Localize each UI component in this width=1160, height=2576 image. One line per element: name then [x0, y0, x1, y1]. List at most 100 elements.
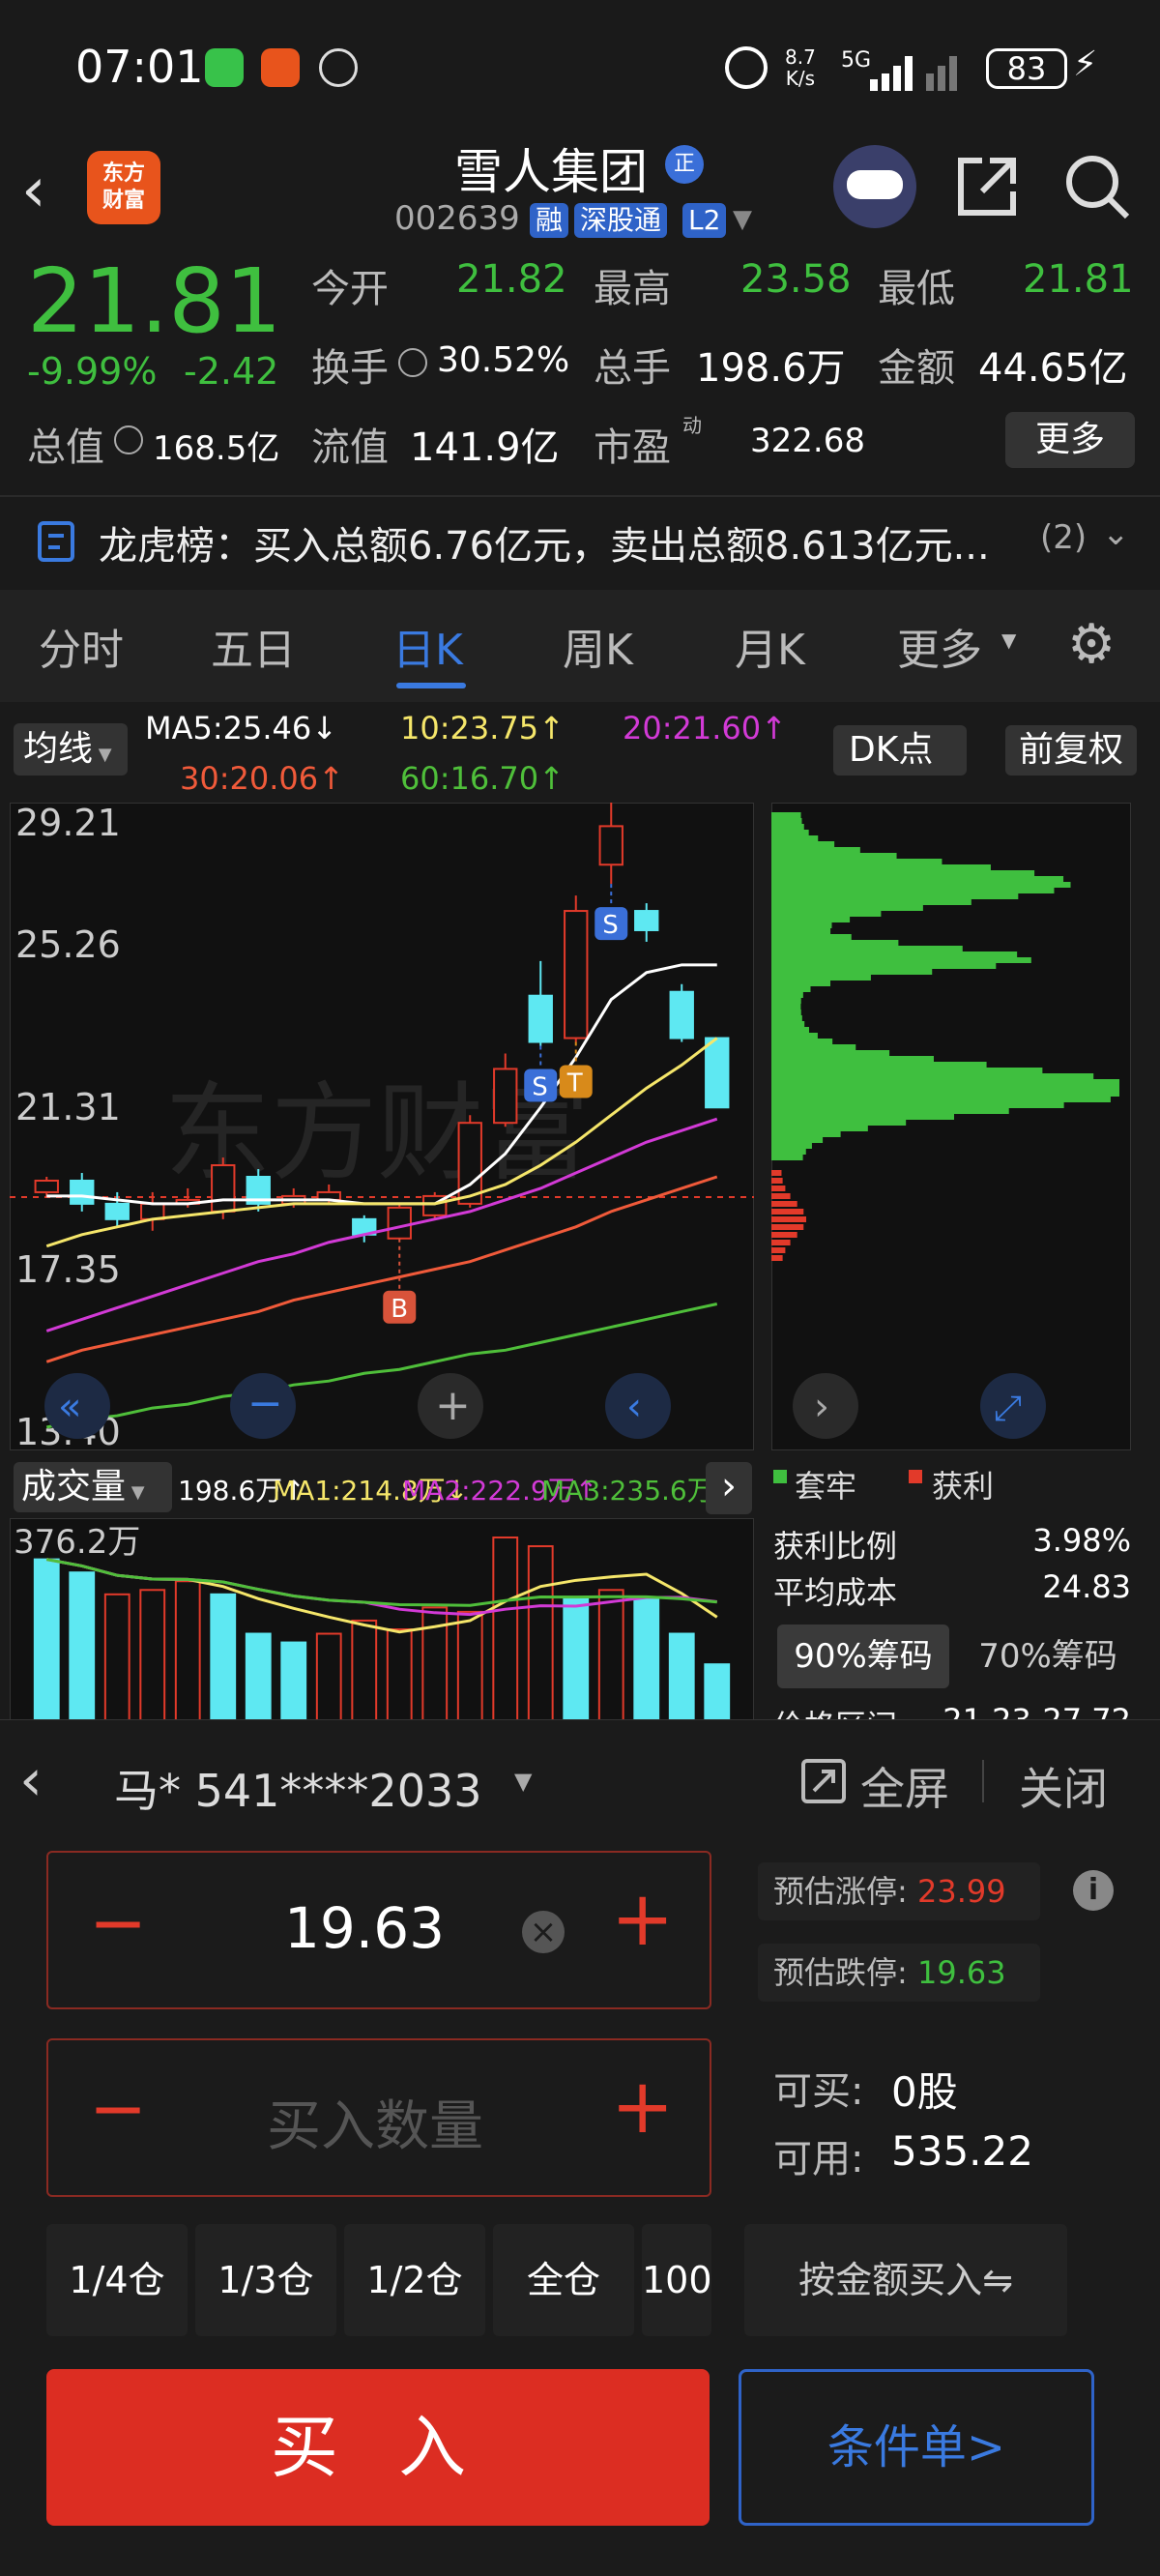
marker-label: T	[566, 1069, 583, 1098]
chevron-down-icon[interactable]: ⌄	[1102, 514, 1130, 553]
tab-weekly-k[interactable]: 周K	[563, 615, 633, 677]
trapped-chip-band	[771, 1114, 955, 1120]
position-quarter-button[interactable]: 1/4仓	[46, 2224, 188, 2336]
trapped-chip-band	[771, 1021, 805, 1027]
position-half-button[interactable]: 1/2仓	[344, 2224, 485, 2336]
caret-down-icon[interactable]: ▼	[514, 1768, 532, 1795]
tab-daily-k[interactable]: 日K	[392, 615, 463, 677]
position-full-button[interactable]: 全仓	[493, 2224, 634, 2336]
ma-selector[interactable]: 均线 ▼	[14, 723, 128, 776]
account-selector[interactable]: 马* 541****2033	[114, 1756, 482, 1820]
l2-tag: L2	[682, 203, 727, 238]
app-root: 07:01 8.7 K/s 5G 83 ⚡ ‹ 东方 财富 雪人集团 正 00263…	[0, 0, 1160, 2576]
tab-five-day[interactable]: 五日	[211, 615, 296, 677]
position-third-button[interactable]: 1/3仓	[195, 2224, 336, 2336]
fullscreen-button[interactable]: 全屏	[860, 1754, 949, 1818]
signal-icon	[870, 56, 957, 91]
volume-bar	[210, 1593, 237, 1721]
volume-bar	[280, 1641, 307, 1721]
chip-distribution-chart[interactable]: › ⤢	[771, 803, 1131, 1450]
dk-point-button[interactable]: DK点	[833, 725, 967, 776]
trapped-chip-band	[771, 1044, 856, 1050]
avg-cost-value: 24.83	[1042, 1568, 1131, 1605]
status-bar: 07:01 8.7 K/s 5G 83 ⚡	[0, 0, 1160, 135]
charging-icon: ⚡	[1073, 44, 1098, 84]
y-tick-label: 17.35	[15, 1248, 121, 1291]
y-tick-label: 21.31	[15, 1086, 121, 1128]
can-buy-value: 0股	[891, 2068, 958, 2116]
last-price: 21.81	[27, 249, 282, 353]
share-icon[interactable]	[953, 153, 1021, 220]
conditional-order-button[interactable]: 条件单>	[739, 2369, 1094, 2526]
fullscreen-icon[interactable]	[800, 1758, 847, 1804]
info-icon[interactable]	[398, 348, 427, 377]
trapped-chip-band	[771, 1039, 833, 1044]
available-value: 535.22	[891, 2127, 1033, 2175]
info-icon[interactable]: i	[1073, 1870, 1114, 1911]
trapped-chip-band	[771, 841, 835, 847]
profit-chip-band	[771, 1224, 804, 1230]
volume-label: 总手	[594, 346, 671, 391]
marker-label: S	[532, 1073, 548, 1102]
buy-button[interactable]: 买 入	[46, 2369, 710, 2526]
trapped-chip-band	[771, 940, 899, 946]
adjust-button[interactable]: 前复权	[1005, 725, 1137, 776]
clear-icon[interactable]: ×	[522, 1911, 565, 1953]
tab-chip-70[interactable]: 70%筹码	[969, 1625, 1127, 1688]
open-label: 今开	[311, 267, 389, 311]
trapped-chip-band	[771, 1050, 890, 1056]
candle-body	[211, 1164, 236, 1213]
tab-intraday[interactable]: 分时	[39, 615, 124, 677]
volume-value: 198.6万	[696, 346, 846, 391]
legend-profit: 获利	[932, 1468, 995, 1505]
caret-down-icon: ▼	[1001, 629, 1017, 652]
profit-chip-band	[771, 1232, 798, 1238]
tab-monthly-k[interactable]: 月K	[735, 615, 805, 677]
minus-icon: −	[247, 1379, 283, 1428]
close-button[interactable]: 关闭	[1019, 1754, 1108, 1818]
volume-bar	[33, 1558, 60, 1721]
net-speed: 8.7 K/s	[785, 45, 816, 90]
back-icon[interactable]: ‹	[19, 1746, 43, 1814]
price-input[interactable]: 19.63	[284, 1895, 445, 1961]
candlestick-chart[interactable]: 东方财富 BSTS 29.21 25.26 21.31 17.35 13.40 …	[10, 803, 754, 1450]
profit-chip-band	[771, 1178, 783, 1184]
volume-chart[interactable]: 376.2万	[10, 1518, 754, 1721]
more-button[interactable]: 更多	[1005, 412, 1135, 468]
ma30-label: 30:20.06↑	[180, 760, 344, 797]
price-increment-button[interactable]: +	[611, 1876, 674, 1963]
volume-selector[interactable]: 成交量 ▼	[14, 1462, 172, 1512]
turnover-label: 换手	[311, 346, 389, 391]
tab-more[interactable]: 更多	[897, 615, 982, 677]
amount-label: 金额	[878, 346, 955, 391]
tab-chip-90[interactable]: 90%筹码	[777, 1625, 949, 1688]
quantity-input[interactable]: 买入数量	[267, 2083, 483, 2161]
volume-bar	[69, 1571, 96, 1721]
volume-bar	[456, 1610, 483, 1721]
back-icon[interactable]: ‹	[21, 155, 46, 226]
search-icon[interactable]	[1061, 151, 1133, 222]
trapped-chip-band	[771, 1010, 801, 1015]
price-decrement-button[interactable]: −	[89, 1882, 147, 1963]
buy-by-amount-button[interactable]: 按金额买入⇋	[744, 2224, 1067, 2336]
eastmoney-logo: 东方 财富	[87, 151, 160, 224]
position-100-button[interactable]: 100	[642, 2224, 711, 2336]
gear-icon[interactable]: ⚙	[1067, 613, 1116, 676]
trapped-chip-band	[771, 1097, 1111, 1102]
volume-bar	[527, 1545, 554, 1721]
info-icon[interactable]	[114, 425, 143, 454]
volume-top-label: 376.2万	[14, 1523, 140, 1562]
low-label: 最低	[878, 267, 955, 311]
assistant-avatar-icon[interactable]	[833, 145, 916, 228]
connect-tag: 深股通	[574, 203, 668, 238]
quantity-increment-button[interactable]: +	[611, 2064, 674, 2151]
candle-body	[528, 994, 553, 1043]
candle-body	[564, 910, 589, 1039]
chevron-down-icon[interactable]: ▼	[733, 205, 752, 234]
open-value: 21.82	[456, 257, 567, 302]
trapped-chip-band	[771, 1033, 818, 1039]
limit-up-estimate: 预估涨停: 23.99	[758, 1862, 1040, 1920]
trapped-chip-band	[771, 1079, 1119, 1085]
chevron-right-icon[interactable]: ›	[706, 1462, 752, 1514]
quantity-decrement-button[interactable]: −	[89, 2067, 147, 2149]
